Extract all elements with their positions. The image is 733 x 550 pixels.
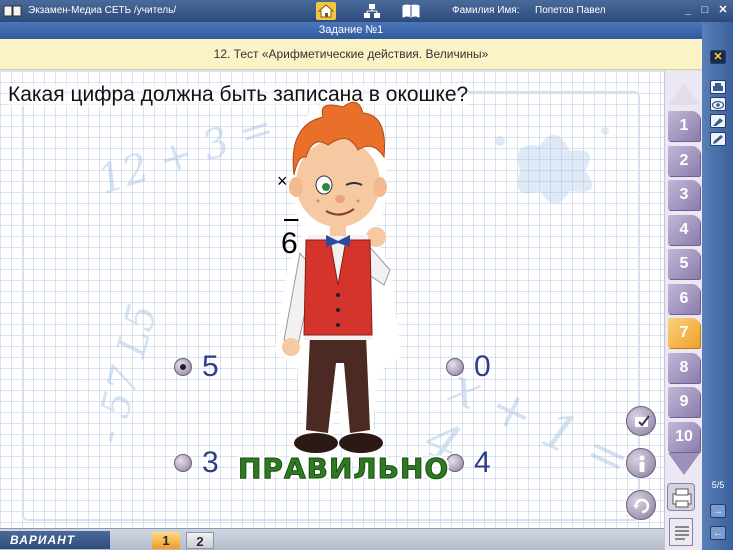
ink-splash-decoration: [495, 127, 609, 204]
question-number-6[interactable]: 6: [668, 283, 700, 314]
variant-1-button[interactable]: 1: [152, 532, 180, 549]
eraser-icon: [713, 118, 723, 126]
answer-label: 5: [202, 350, 219, 383]
scroll-up-arrow[interactable]: [668, 83, 700, 105]
info-tool-button[interactable]: [626, 448, 656, 478]
question-number-8[interactable]: 8: [668, 352, 700, 383]
page-counter: 5/5: [711, 480, 725, 490]
task-title: Задание №1: [0, 22, 702, 39]
next-page-button[interactable]: →: [710, 504, 726, 518]
erase-tool-button[interactable]: [710, 114, 726, 128]
close-panel-button[interactable]: ✕: [710, 50, 726, 64]
title-bar: Экзамен-Медиа СЕТЬ /учитель/ Фамилия Имя…: [0, 0, 733, 22]
question-number-7[interactable]: 7: [668, 318, 700, 348]
answer-option-b[interactable]: 0: [446, 350, 491, 384]
pencil-tool-button[interactable]: [710, 132, 726, 146]
minimize-button[interactable]: _: [681, 3, 695, 17]
variant-2-button[interactable]: 2: [186, 532, 214, 549]
refresh-icon: [633, 498, 650, 514]
worksheet: 12 + 3 = - 57 L5 x + 1 = 4 Какая цифра д…: [0, 71, 664, 528]
printer-icon: [672, 488, 692, 508]
variant-bar: ВАРИАНТ 1 2: [0, 528, 664, 550]
variant-label: ВАРИАНТ: [0, 531, 110, 549]
app-logo-icon: [3, 5, 22, 17]
question-number-4[interactable]: 4: [668, 214, 700, 245]
eye-icon: [711, 100, 725, 110]
refresh-tool-button[interactable]: [626, 490, 656, 520]
answer-option-d[interactable]: 4: [446, 446, 491, 480]
book-button[interactable]: [401, 2, 421, 20]
view-tool-button[interactable]: [710, 97, 726, 111]
document-button[interactable]: [669, 518, 693, 546]
maximize-button[interactable]: □: [698, 3, 712, 17]
checkmark-icon: [635, 415, 650, 427]
edit-tool-button[interactable]: [626, 406, 656, 436]
feedback-correct: ПРАВИЛЬНО: [238, 452, 450, 486]
book-icon: [402, 4, 420, 18]
answer-label: 4: [474, 446, 491, 479]
printer-icon: [713, 83, 723, 91]
scroll-down-arrow[interactable]: [668, 453, 700, 475]
prev-page-button[interactable]: ←: [710, 526, 726, 540]
print-tool-button[interactable]: [710, 80, 726, 94]
structure-button[interactable]: [362, 2, 382, 20]
cartoon-boy-illustration: [275, 101, 401, 463]
student-name-label: Фамилия Имя:: [452, 5, 520, 16]
radio-button[interactable]: [174, 358, 192, 376]
document-icon: [675, 526, 689, 540]
app-title: Экзамен-Медиа СЕТЬ /учитель/: [28, 5, 177, 16]
answer-label: 0: [474, 350, 491, 383]
home-button[interactable]: [316, 2, 336, 20]
answer-option-c[interactable]: 3: [174, 446, 219, 480]
student-name-value: Попетов Павел: [535, 5, 606, 16]
question-number-10[interactable]: 10: [668, 421, 700, 452]
pencil-icon: [713, 135, 723, 144]
close-window-button[interactable]: ✕: [716, 3, 730, 17]
question-number-2[interactable]: 2: [668, 145, 700, 176]
question-number-3[interactable]: 3: [668, 180, 700, 210]
answer-option-a[interactable]: 5: [174, 350, 219, 384]
radio-button[interactable]: [446, 358, 464, 376]
question-navigator: 1 2 3 4 5 6 7 8 9 10: [664, 71, 702, 550]
test-name: 12. Тест «Арифметические действия. Велич…: [0, 39, 702, 70]
question-number-5[interactable]: 5: [668, 249, 700, 279]
radio-button[interactable]: [174, 454, 192, 472]
right-toolbar: ✕ 5/5 → ←: [702, 22, 733, 550]
question-number-9[interactable]: 9: [668, 387, 700, 417]
hierarchy-icon: [364, 4, 380, 18]
info-icon: [639, 455, 645, 472]
home-icon: [317, 4, 335, 18]
question-number-1[interactable]: 1: [668, 111, 700, 141]
answer-label: 3: [202, 446, 219, 479]
print-button[interactable]: [667, 483, 695, 511]
